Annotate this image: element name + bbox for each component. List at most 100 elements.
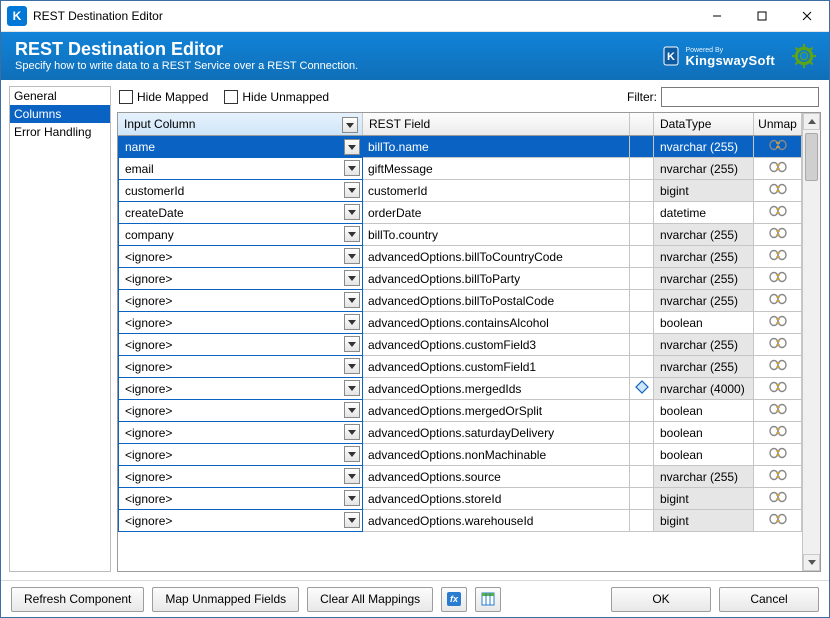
rest-field-cell[interactable]: billTo.country xyxy=(362,224,630,246)
fx-button[interactable]: fx xyxy=(441,587,467,612)
unmap-cell[interactable] xyxy=(754,290,802,312)
table-row[interactable]: <ignore>advancedOptions.storeIdbigint xyxy=(118,488,802,510)
input-column-cell[interactable]: <ignore> xyxy=(118,422,363,444)
col-header-input[interactable]: Input Column xyxy=(118,113,363,135)
rest-field-cell[interactable]: giftMessage xyxy=(362,158,630,180)
input-column-cell[interactable]: <ignore> xyxy=(118,510,363,532)
columns-button[interactable] xyxy=(475,587,501,612)
vertical-scrollbar[interactable] xyxy=(802,113,820,571)
dropdown-icon[interactable] xyxy=(344,314,360,330)
rest-field-cell[interactable]: advancedOptions.billToCountryCode xyxy=(362,246,630,268)
input-column-cell[interactable]: name xyxy=(118,136,363,158)
input-column-cell[interactable]: email xyxy=(118,158,363,180)
dropdown-icon[interactable] xyxy=(344,468,360,484)
table-row[interactable]: emailgiftMessagenvarchar (255) xyxy=(118,158,802,180)
input-column-cell[interactable]: <ignore> xyxy=(118,312,363,334)
dropdown-icon[interactable] xyxy=(344,358,360,374)
input-column-cell[interactable]: <ignore> xyxy=(118,444,363,466)
col-header-field[interactable]: REST Field xyxy=(363,113,630,135)
scroll-up-icon[interactable] xyxy=(803,113,820,130)
table-row[interactable]: <ignore>advancedOptions.billToPartynvarc… xyxy=(118,268,802,290)
rest-field-cell[interactable]: billTo.name xyxy=(362,136,630,158)
dropdown-icon[interactable] xyxy=(344,402,360,418)
input-column-cell[interactable]: customerId xyxy=(118,180,363,202)
input-column-cell[interactable]: company xyxy=(118,224,363,246)
unmap-cell[interactable] xyxy=(754,136,802,158)
rest-field-cell[interactable]: advancedOptions.billToParty xyxy=(362,268,630,290)
table-row[interactable]: <ignore>advancedOptions.billToCountryCod… xyxy=(118,246,802,268)
hide-mapped-checkbox[interactable]: Hide Mapped xyxy=(119,90,208,104)
table-row[interactable]: <ignore>advancedOptions.customField3nvar… xyxy=(118,334,802,356)
clear-mappings-button[interactable]: Clear All Mappings xyxy=(307,587,433,612)
input-column-cell[interactable]: <ignore> xyxy=(118,400,363,422)
table-row[interactable]: <ignore>advancedOptions.billToPostalCode… xyxy=(118,290,802,312)
dropdown-icon[interactable] xyxy=(344,270,360,286)
unmap-cell[interactable] xyxy=(754,312,802,334)
dropdown-icon[interactable] xyxy=(344,336,360,352)
unmap-cell[interactable] xyxy=(754,202,802,224)
table-row[interactable]: <ignore>advancedOptions.saturdayDelivery… xyxy=(118,422,802,444)
unmap-cell[interactable] xyxy=(754,444,802,466)
table-row[interactable]: <ignore>advancedOptions.warehouseIdbigin… xyxy=(118,510,802,532)
input-column-cell[interactable]: <ignore> xyxy=(118,334,363,356)
table-row[interactable]: <ignore>advancedOptions.containsAlcoholb… xyxy=(118,312,802,334)
unmap-cell[interactable] xyxy=(754,246,802,268)
col-header-datatype[interactable]: DataType xyxy=(654,113,754,135)
input-column-cell[interactable]: <ignore> xyxy=(118,268,363,290)
table-row[interactable]: <ignore>advancedOptions.sourcenvarchar (… xyxy=(118,466,802,488)
rest-field-cell[interactable]: advancedOptions.customField3 xyxy=(362,334,630,356)
nav-item-general[interactable]: General xyxy=(10,87,110,105)
dropdown-icon[interactable] xyxy=(344,248,360,264)
filter-input[interactable] xyxy=(661,87,819,107)
input-column-cell[interactable]: <ignore> xyxy=(118,466,363,488)
rest-field-cell[interactable]: advancedOptions.nonMachinable xyxy=(362,444,630,466)
rest-field-cell[interactable]: advancedOptions.source xyxy=(362,466,630,488)
dropdown-icon[interactable] xyxy=(344,446,360,462)
input-column-cell[interactable]: <ignore> xyxy=(118,246,363,268)
table-row[interactable]: <ignore>advancedOptions.mergedOrSplitboo… xyxy=(118,400,802,422)
unmap-cell[interactable] xyxy=(754,334,802,356)
unmap-cell[interactable] xyxy=(754,224,802,246)
unmap-cell[interactable] xyxy=(754,378,802,400)
maximize-button[interactable] xyxy=(739,1,784,31)
refresh-button[interactable]: Refresh Component xyxy=(11,587,144,612)
dropdown-icon[interactable] xyxy=(344,512,360,528)
dropdown-icon[interactable] xyxy=(344,139,360,155)
dropdown-icon[interactable] xyxy=(344,182,360,198)
rest-field-cell[interactable]: advancedOptions.warehouseId xyxy=(362,510,630,532)
table-row[interactable]: <ignore>advancedOptions.nonMachinableboo… xyxy=(118,444,802,466)
unmap-cell[interactable] xyxy=(754,422,802,444)
table-row[interactable]: companybillTo.countrynvarchar (255) xyxy=(118,224,802,246)
table-row[interactable]: <ignore>advancedOptions.customField1nvar… xyxy=(118,356,802,378)
rest-field-cell[interactable]: advancedOptions.customField1 xyxy=(362,356,630,378)
dropdown-icon[interactable] xyxy=(344,226,360,242)
unmap-cell[interactable] xyxy=(754,510,802,532)
rest-field-cell[interactable]: advancedOptions.billToPostalCode xyxy=(362,290,630,312)
nav-item-error-handling[interactable]: Error Handling xyxy=(10,123,110,141)
hide-unmapped-checkbox[interactable]: Hide Unmapped xyxy=(224,90,329,104)
rest-field-cell[interactable]: advancedOptions.storeId xyxy=(362,488,630,510)
table-row[interactable]: createDateorderDatedatetime xyxy=(118,202,802,224)
table-row[interactable]: namebillTo.namenvarchar (255) xyxy=(118,136,802,158)
scroll-down-icon[interactable] xyxy=(803,554,820,571)
dropdown-icon[interactable] xyxy=(344,380,360,396)
map-unmapped-button[interactable]: Map Unmapped Fields xyxy=(152,587,299,612)
unmap-cell[interactable] xyxy=(754,400,802,422)
dropdown-icon[interactable] xyxy=(344,490,360,506)
input-column-cell[interactable]: <ignore> xyxy=(118,290,363,312)
rest-field-cell[interactable]: advancedOptions.containsAlcohol xyxy=(362,312,630,334)
col-header-unmap[interactable]: Unmap xyxy=(754,113,802,135)
dropdown-icon[interactable] xyxy=(344,292,360,308)
table-row[interactable]: <ignore>advancedOptions.mergedIdsnvarcha… xyxy=(118,378,802,400)
ok-button[interactable]: OK xyxy=(611,587,711,612)
rest-field-cell[interactable]: customerId xyxy=(362,180,630,202)
input-column-cell[interactable]: <ignore> xyxy=(118,378,363,400)
unmap-cell[interactable] xyxy=(754,488,802,510)
gear-icon[interactable] xyxy=(791,43,817,69)
input-column-cell[interactable]: <ignore> xyxy=(118,356,363,378)
input-column-cell[interactable]: createDate xyxy=(118,202,363,224)
unmap-cell[interactable] xyxy=(754,268,802,290)
scroll-thumb[interactable] xyxy=(805,133,818,181)
unmap-cell[interactable] xyxy=(754,356,802,378)
rest-field-cell[interactable]: advancedOptions.mergedOrSplit xyxy=(362,400,630,422)
